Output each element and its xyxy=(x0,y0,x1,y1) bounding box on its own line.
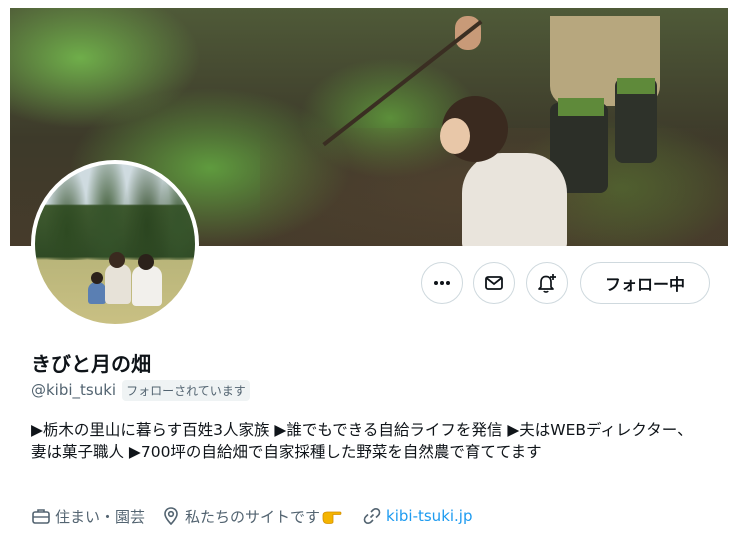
profile-handle: @kibi_tsuki xyxy=(31,381,117,399)
avatar[interactable] xyxy=(31,160,199,328)
notifications-button[interactable] xyxy=(526,262,568,304)
banner-boot-band xyxy=(617,78,655,94)
avatar-person-head xyxy=(109,252,125,268)
handle-row: @kibi_tsuki フォローされています xyxy=(31,379,250,401)
avatar-person-head xyxy=(91,272,103,284)
profile-bio: ▶栃木の里山に暮らす百姓3人家族 ▶誰でもできる自給ライフを発信 ▶夫はWEBデ… xyxy=(31,421,693,461)
meta-category: 住まい・園芸 xyxy=(31,506,145,527)
following-button[interactable]: フォロー中 xyxy=(580,262,710,304)
banner-boot-band xyxy=(558,98,604,116)
profile-display-name: きびと月の畑 xyxy=(31,352,151,376)
avatar-person xyxy=(132,266,162,306)
avatar-person xyxy=(105,264,131,304)
avatar-person-head xyxy=(138,254,154,270)
meta-category-text: 住まい・園芸 xyxy=(55,507,146,526)
banner-child xyxy=(462,153,567,246)
follows-you-badge: フォローされています xyxy=(122,379,250,401)
envelope-icon xyxy=(485,276,503,290)
bell-plus-icon xyxy=(538,274,556,293)
more-horizontal-icon xyxy=(434,281,450,285)
banner-child-face xyxy=(440,118,470,154)
meta-location-text: 私たちのサイトです xyxy=(185,507,321,526)
more-button[interactable] xyxy=(421,262,463,304)
avatar-person xyxy=(88,282,106,304)
link-icon xyxy=(363,507,381,525)
avatar-trees xyxy=(35,164,195,260)
briefcase-icon xyxy=(32,509,50,524)
message-button[interactable] xyxy=(473,262,515,304)
meta-website[interactable]: kibi-tsuki.jp xyxy=(362,506,473,526)
pointing-right-hand-icon xyxy=(322,511,342,524)
location-pin-icon xyxy=(164,507,178,526)
website-link[interactable]: kibi-tsuki.jp xyxy=(386,507,472,525)
profile-meta: 住まい・園芸 私たちのサイトです kibi-tsuki.jp xyxy=(31,505,489,527)
meta-location: 私たちのサイトです xyxy=(161,506,346,527)
